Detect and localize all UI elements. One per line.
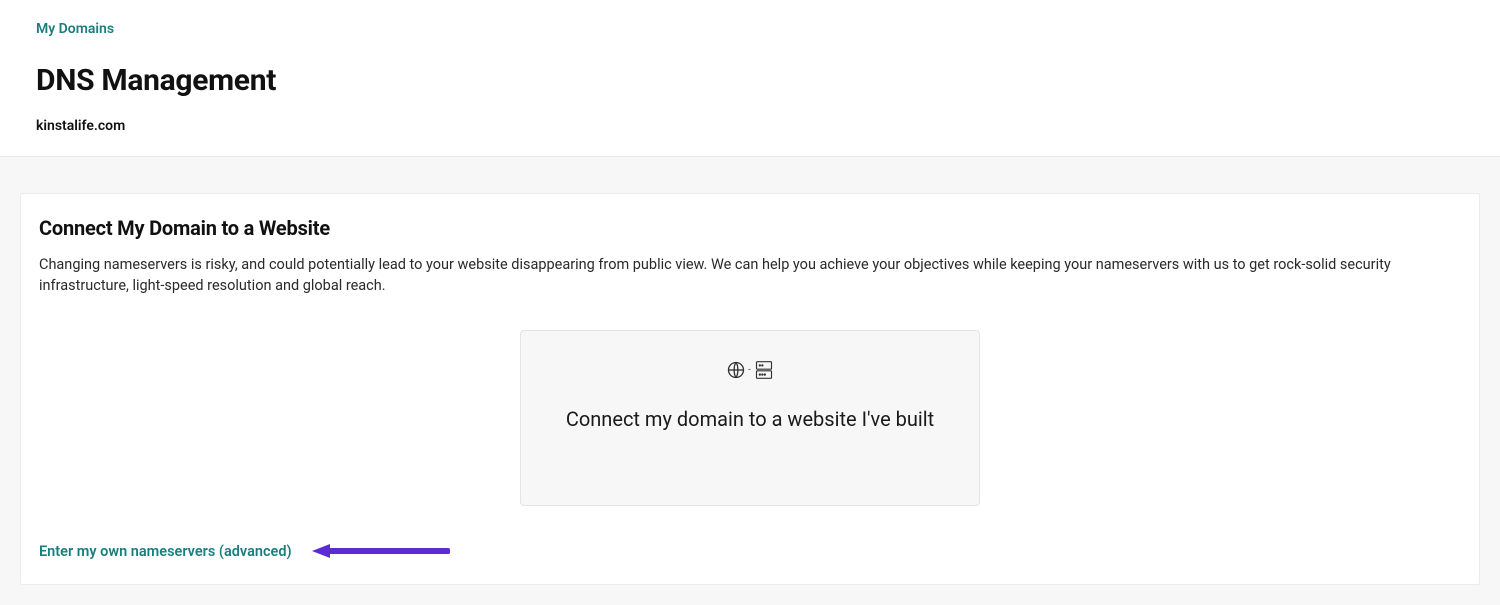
- option-label: Connect my domain to a website I've buil…: [566, 407, 934, 431]
- enter-own-nameservers-link[interactable]: Enter my own nameservers (advanced): [39, 543, 292, 560]
- page-title: DNS Management: [36, 63, 1464, 98]
- domain-name: kinstalife.com: [36, 118, 1464, 134]
- connect-domain-card: Connect My Domain to a Website Changing …: [20, 193, 1480, 585]
- connect-domain-option-button[interactable]: - Connect my domain to a website I've bu…: [520, 330, 980, 506]
- card-title: Connect My Domain to a Website: [39, 216, 1461, 240]
- breadcrumb-my-domains[interactable]: My Domains: [36, 21, 114, 37]
- globe-server-icon: -: [726, 359, 774, 381]
- arrow-left-icon: [310, 542, 450, 560]
- card-description: Changing nameservers is risky, and could…: [39, 254, 1461, 296]
